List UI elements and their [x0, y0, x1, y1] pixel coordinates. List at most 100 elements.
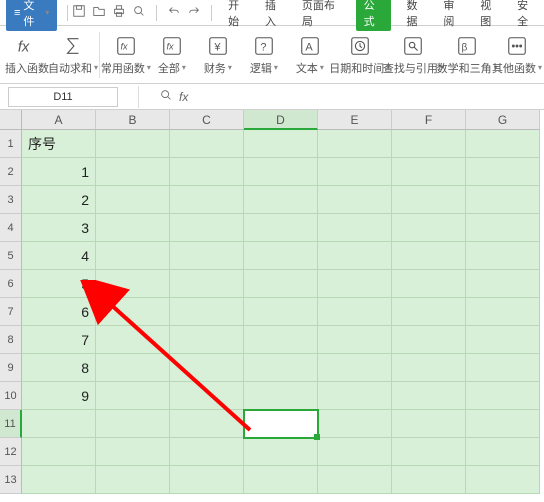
cell[interactable] [96, 298, 170, 326]
column-header[interactable]: G [466, 110, 540, 130]
cell[interactable] [96, 326, 170, 354]
tab-view[interactable]: 视图 [478, 0, 501, 31]
cell[interactable] [466, 438, 540, 466]
cell[interactable] [466, 130, 540, 158]
cell[interactable]: 9 [22, 382, 96, 410]
cell[interactable]: 1 [22, 158, 96, 186]
column-header[interactable]: E [318, 110, 392, 130]
cell[interactable] [392, 214, 466, 242]
cell[interactable] [244, 130, 318, 158]
cell[interactable] [318, 354, 392, 382]
row-header[interactable]: 3 [0, 186, 22, 214]
redo-icon[interactable] [187, 4, 201, 21]
tab-security[interactable]: 安全 [515, 0, 538, 31]
cell[interactable] [96, 382, 170, 410]
row-header[interactable]: 9 [0, 354, 22, 382]
cell[interactable] [392, 354, 466, 382]
cell[interactable] [244, 214, 318, 242]
math-button[interactable]: β 数学和三角▾ [440, 28, 494, 82]
cell[interactable] [96, 214, 170, 242]
lookup-button[interactable]: 查找与引用▾ [387, 28, 441, 82]
open-icon[interactable] [92, 4, 106, 21]
save-icon[interactable] [72, 4, 86, 21]
datetime-button[interactable]: 日期和时间▾ [333, 28, 387, 82]
cell[interactable] [392, 438, 466, 466]
tab-review[interactable]: 审阅 [441, 0, 464, 31]
cell[interactable] [466, 214, 540, 242]
cell[interactable]: 6 [22, 298, 96, 326]
column-header[interactable]: B [96, 110, 170, 130]
cell[interactable] [96, 410, 170, 438]
column-header[interactable]: A [22, 110, 96, 130]
cell[interactable] [170, 410, 244, 438]
cell[interactable] [244, 466, 318, 494]
cell[interactable] [170, 466, 244, 494]
cell[interactable] [170, 298, 244, 326]
cell[interactable] [96, 158, 170, 186]
insert-function-button[interactable]: fx 插入函数 [4, 28, 50, 82]
cell[interactable] [244, 438, 318, 466]
cell[interactable]: 2 [22, 186, 96, 214]
more-functions-button[interactable]: 其他函数▾ [494, 28, 540, 82]
text-button[interactable]: A 文本▾ [287, 28, 333, 82]
cell[interactable] [22, 466, 96, 494]
all-functions-button[interactable]: fx 全部▾ [149, 28, 195, 82]
cell[interactable] [170, 158, 244, 186]
cell[interactable] [170, 438, 244, 466]
cell[interactable] [466, 158, 540, 186]
cell[interactable] [466, 354, 540, 382]
row-header[interactable]: 2 [0, 158, 22, 186]
file-menu-button[interactable]: ≡ 文件 ▾ [6, 0, 57, 31]
cell[interactable] [96, 438, 170, 466]
tab-start[interactable]: 开始 [226, 0, 249, 31]
cell[interactable] [96, 186, 170, 214]
cell[interactable] [318, 438, 392, 466]
cell[interactable]: 3 [22, 214, 96, 242]
row-header[interactable]: 11 [0, 410, 22, 438]
cell[interactable] [244, 270, 318, 298]
cell[interactable] [96, 466, 170, 494]
cell[interactable]: 序号 [22, 130, 96, 158]
cell[interactable] [318, 214, 392, 242]
cell[interactable] [466, 410, 540, 438]
cell[interactable] [466, 242, 540, 270]
cell[interactable] [244, 354, 318, 382]
cell[interactable] [244, 298, 318, 326]
cell[interactable] [318, 158, 392, 186]
cell[interactable] [170, 214, 244, 242]
cell[interactable] [244, 186, 318, 214]
cell[interactable] [22, 410, 96, 438]
zoom-icon[interactable] [159, 88, 173, 105]
cell[interactable] [392, 466, 466, 494]
cell[interactable] [392, 410, 466, 438]
cell[interactable] [96, 130, 170, 158]
cell[interactable] [392, 382, 466, 410]
cell[interactable] [466, 466, 540, 494]
cell[interactable] [244, 158, 318, 186]
cell[interactable] [244, 382, 318, 410]
logical-button[interactable]: ? 逻辑▾ [241, 28, 287, 82]
row-header[interactable]: 13 [0, 466, 22, 494]
cell[interactable] [170, 186, 244, 214]
cell[interactable]: 5 [22, 270, 96, 298]
cell[interactable] [170, 382, 244, 410]
cell[interactable] [392, 158, 466, 186]
fx-icon[interactable]: fx [179, 90, 188, 104]
row-header[interactable]: 7 [0, 298, 22, 326]
row-header[interactable]: 5 [0, 242, 22, 270]
cell[interactable] [318, 298, 392, 326]
autosum-button[interactable]: 自动求和▾ [50, 28, 96, 82]
cell[interactable] [244, 410, 318, 438]
cell[interactable] [22, 438, 96, 466]
row-header[interactable]: 10 [0, 382, 22, 410]
row-header[interactable]: 8 [0, 326, 22, 354]
cell[interactable] [96, 270, 170, 298]
undo-icon[interactable] [167, 4, 181, 21]
financial-button[interactable]: ¥ 财务▾ [195, 28, 241, 82]
cell[interactable] [170, 270, 244, 298]
cell[interactable]: 4 [22, 242, 96, 270]
cell[interactable] [392, 130, 466, 158]
select-all-corner[interactable] [0, 110, 22, 130]
tab-data[interactable]: 数据 [405, 0, 428, 31]
cell[interactable] [96, 242, 170, 270]
